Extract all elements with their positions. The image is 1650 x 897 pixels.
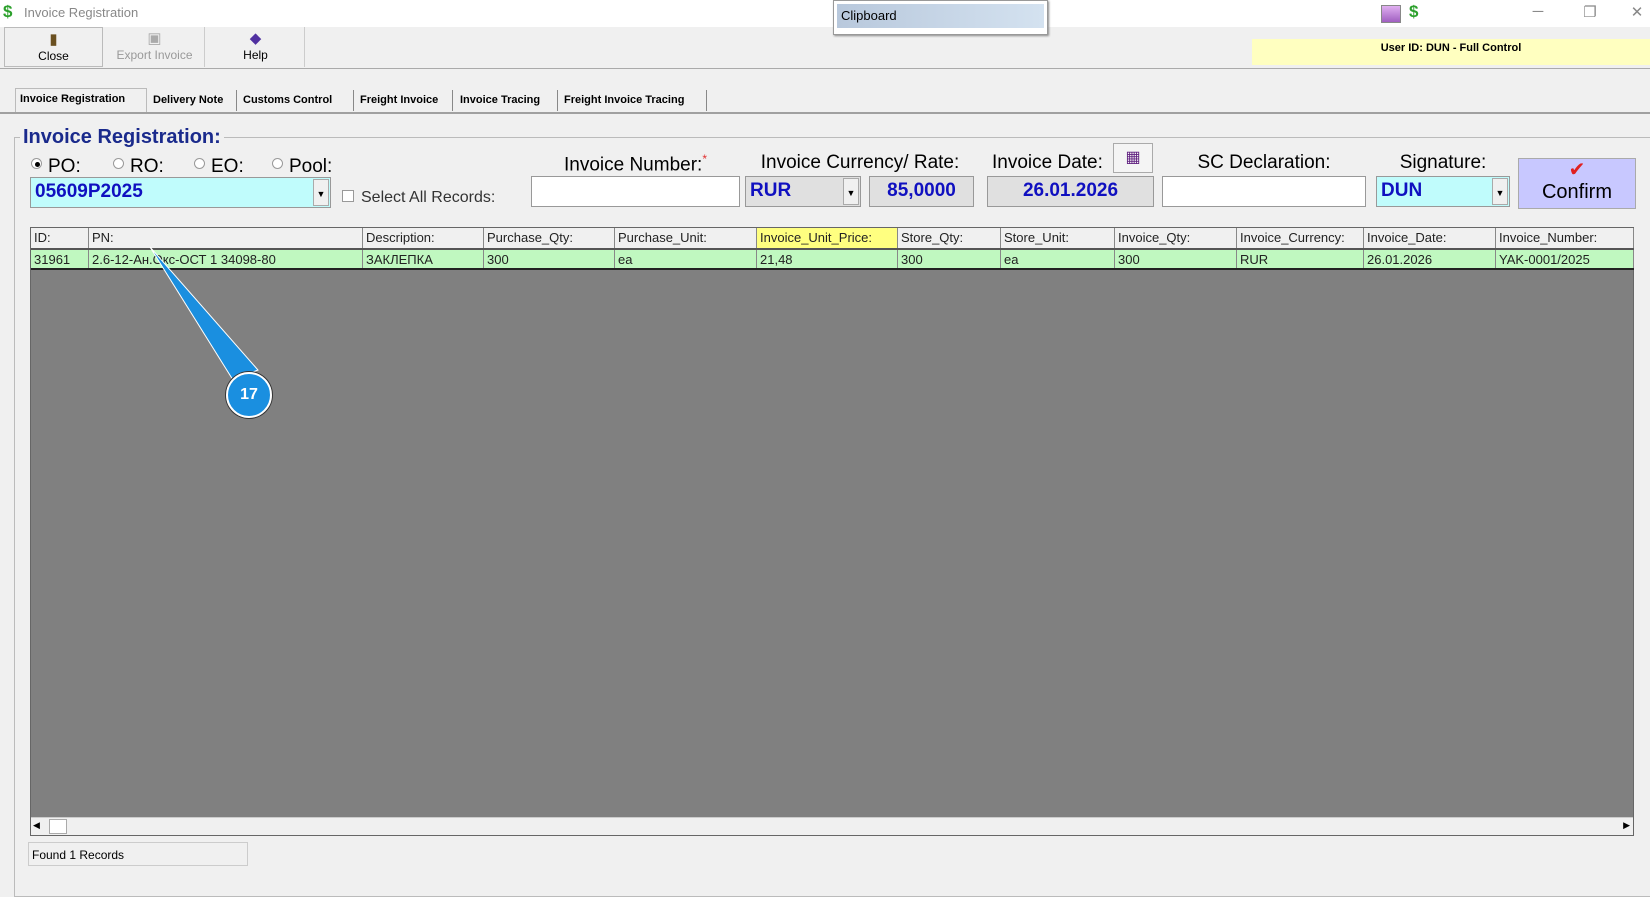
callout-pointer <box>149 246 259 381</box>
step-callout-badge: 17 <box>226 372 272 418</box>
